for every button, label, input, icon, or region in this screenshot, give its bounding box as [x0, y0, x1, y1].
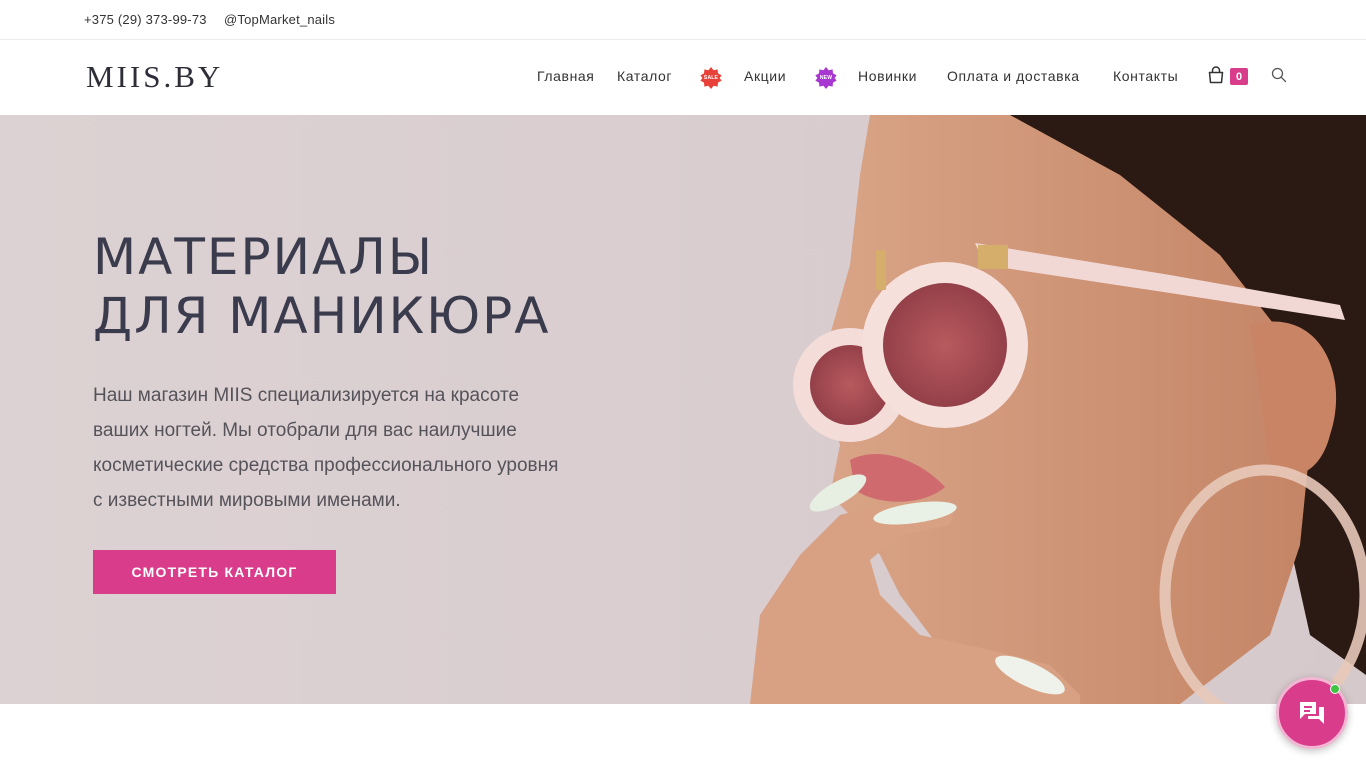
nav-catalog[interactable]: Каталог: [617, 68, 672, 84]
hero-title-line1: МАТЕРИАЛЫ: [93, 228, 434, 286]
phone-link[interactable]: +375 (29) 373-99-73: [84, 12, 207, 27]
instagram-link[interactable]: @TopMarket_nails: [224, 12, 335, 27]
hero-title-line2: ДЛЯ МАНИКЮРА: [93, 287, 551, 345]
hero-banner: МАТЕРИАЛЫ ДЛЯ МАНИКЮРА Наш магазин MIIS …: [0, 115, 1366, 704]
hero-title: МАТЕРИАЛЫ ДЛЯ МАНИКЮРА: [93, 228, 550, 346]
logo[interactable]: MIIS.BY: [86, 59, 223, 95]
search-icon[interactable]: [1271, 67, 1287, 83]
online-status-dot: [1330, 684, 1340, 694]
top-bar: +375 (29) 373-99-73 @TopMarket_nails: [0, 0, 1366, 40]
hero-desc-line2: ваших ногтей. Мы отобрали для вас наилуч…: [93, 420, 517, 441]
nav-contacts[interactable]: Контакты: [1113, 68, 1178, 84]
cart-count-badge[interactable]: 0: [1230, 68, 1248, 85]
hero-desc-line4: с известными мировыми именами.: [93, 490, 401, 511]
nav-home[interactable]: Главная: [537, 68, 595, 84]
sale-badge-icon: SALE: [700, 67, 722, 89]
nav-payment-delivery[interactable]: Оплата и доставка: [947, 68, 1080, 84]
shopping-bag-icon[interactable]: [1208, 66, 1224, 84]
nav-promo[interactable]: Акции: [744, 68, 786, 84]
hero-description: Наш магазин MIIS специализируется на кра…: [93, 378, 633, 518]
new-badge-icon: NEW: [815, 67, 837, 89]
new-badge-label: NEW: [819, 75, 833, 81]
hero-desc-line1: Наш магазин MIIS специализируется на кра…: [93, 385, 520, 406]
hero-desc-line3: косметические средства профессионального…: [93, 455, 559, 476]
chat-bubbles-icon: [1300, 702, 1324, 724]
nav-new-items[interactable]: Новинки: [858, 68, 917, 84]
view-catalog-button[interactable]: СМОТРЕТЬ КАТАЛОГ: [93, 550, 336, 594]
sale-badge-label: SALE: [703, 75, 719, 81]
site-header: MIIS.BY Главная Каталог SALE Акции NEW Н…: [0, 40, 1366, 115]
